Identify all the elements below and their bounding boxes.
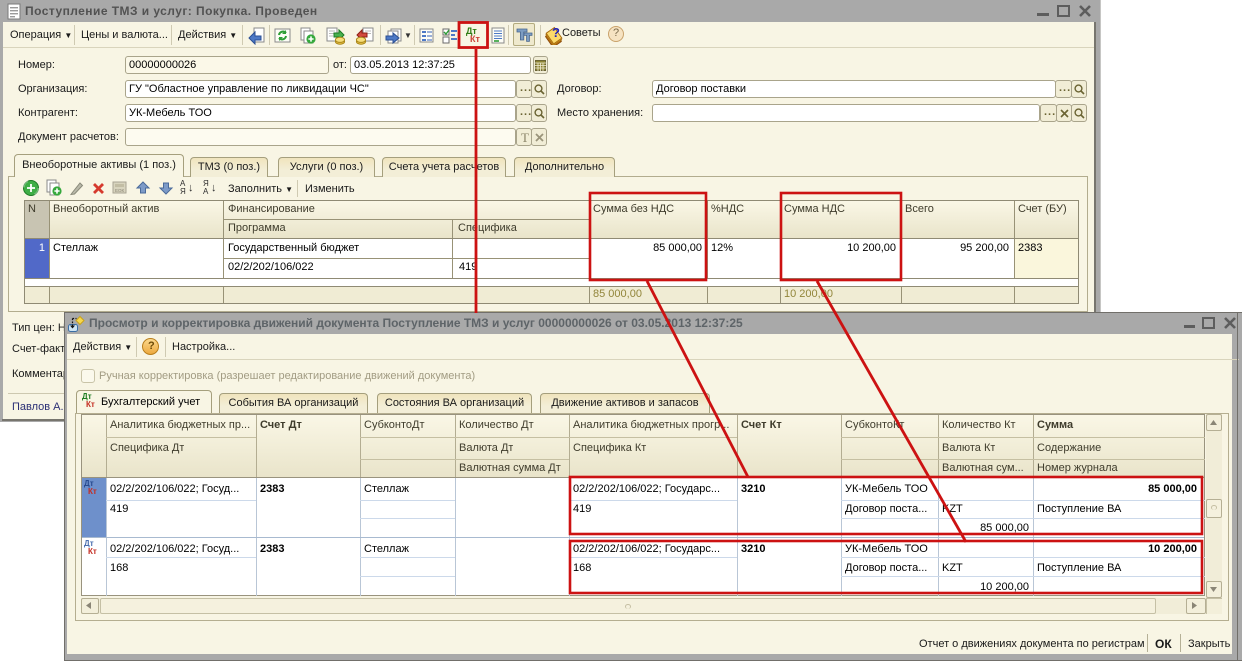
svg-text:ЕОК: ЕОК xyxy=(115,188,125,193)
svg-text:?: ? xyxy=(552,25,560,40)
